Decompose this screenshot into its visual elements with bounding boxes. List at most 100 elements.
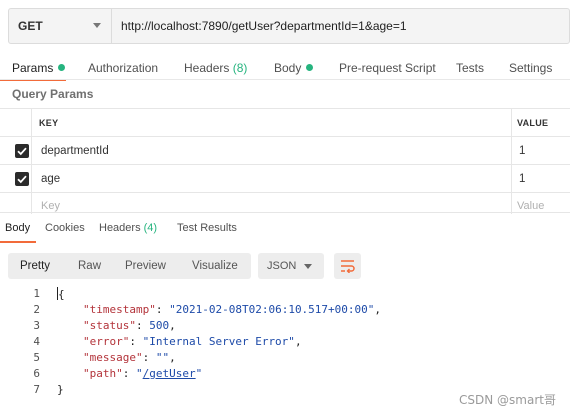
tab-response-headers[interactable]: Headers (4) (99, 222, 157, 234)
code-line: 4 "error": "Internal Server Error", (0, 335, 570, 351)
json-key: "timestamp" (83, 303, 156, 316)
tab-body[interactable]: Body (274, 61, 314, 75)
json-value: "" (155, 351, 170, 364)
tab-headers-label: Headers (184, 61, 230, 75)
param-key[interactable]: departmentId (41, 145, 109, 157)
json-value-quote: " (195, 367, 203, 380)
divider (31, 193, 32, 214)
close-brace: } (57, 383, 64, 396)
raw-button[interactable]: Raw (78, 253, 101, 279)
code-line: 5 "message": "", (0, 351, 570, 367)
param-value[interactable]: 1 (519, 173, 525, 185)
line-number: 1 (33, 287, 40, 300)
new-value-input[interactable]: Value (517, 200, 544, 212)
divider (0, 79, 570, 80)
path-link[interactable]: /getUser (143, 367, 196, 380)
line-number: 3 (33, 319, 40, 332)
code-text: "path": "/getUser" (83, 367, 203, 380)
code-line: 3 "status": 500, (0, 319, 570, 335)
json-value: 500 (149, 319, 170, 332)
table-row: age 1 (0, 164, 570, 192)
chevron-down-icon (93, 23, 101, 28)
code-text: "timestamp": "2021-02-08T02:06:10.517+00… (83, 303, 382, 316)
tab-response-headers-label: Headers (99, 222, 141, 234)
wrap-lines-icon (341, 260, 355, 273)
method-select[interactable]: GET (9, 9, 112, 43)
checkbox[interactable] (15, 144, 29, 158)
tab-authorization[interactable]: Authorization (88, 61, 158, 75)
table-row-new: Key Value (0, 192, 570, 214)
tab-body-label: Body (274, 61, 302, 75)
divider (511, 193, 512, 214)
open-brace: { (58, 288, 65, 301)
tab-settings[interactable]: Settings (509, 61, 552, 75)
status-dot-icon (306, 64, 314, 71)
param-value[interactable]: 1 (519, 145, 525, 157)
code-text: "status": 500, (83, 319, 176, 332)
watermark: CSDN @smart哥 (459, 393, 556, 407)
column-header-key: KEY (39, 118, 59, 128)
tab-authorization-label: Authorization (88, 61, 159, 75)
tab-response-body[interactable]: Body (5, 222, 30, 234)
table-header-row: KEY VALUE (0, 108, 570, 136)
json-key: "path" (83, 367, 123, 380)
column-header-value: VALUE (517, 118, 549, 128)
line-number: 6 (33, 367, 40, 380)
new-key-input[interactable]: Key (41, 200, 60, 212)
view-mode-group: Pretty Raw Preview Visualize (8, 253, 251, 279)
line-number: 5 (33, 351, 40, 364)
request-bar: GET http://localhost:7890/getUser?depart… (8, 8, 570, 44)
tab-settings-label: Settings (509, 61, 553, 75)
tab-headers[interactable]: Headers (8) (184, 61, 247, 75)
code-text: { (57, 287, 65, 301)
divider (31, 137, 32, 164)
code-line: 6 "path": "/getUser" (0, 367, 570, 383)
request-tabs: Params Authorization Headers (8) Body Pr… (0, 56, 570, 81)
tab-params[interactable]: Params (12, 61, 66, 75)
tab-response-headers-count: (4) (143, 222, 158, 234)
active-tab-indicator (0, 241, 36, 243)
json-punct: , (294, 335, 302, 348)
code-line: 1 { (0, 287, 570, 303)
preview-button[interactable]: Preview (125, 253, 166, 279)
divider (511, 109, 512, 136)
checkmark-icon (17, 175, 27, 184)
chevron-down-icon (304, 264, 312, 269)
tab-test-results[interactable]: Test Results (177, 222, 237, 234)
method-label: GET (18, 19, 43, 33)
format-select[interactable]: JSON (258, 253, 324, 279)
json-punct: , (169, 319, 176, 332)
line-number: 2 (33, 303, 40, 316)
code-text: } (57, 383, 64, 396)
divider (511, 165, 512, 192)
line-number: 7 (33, 383, 40, 396)
checkbox[interactable] (15, 172, 29, 186)
tab-params-label: Params (12, 61, 54, 75)
pretty-button[interactable]: Pretty (20, 253, 50, 279)
param-key[interactable]: age (41, 173, 60, 185)
url-input[interactable]: http://localhost:7890/getUser?department… (121, 19, 407, 33)
checkmark-icon (17, 147, 27, 156)
visualize-button[interactable]: Visualize (192, 253, 238, 279)
wrap-lines-button[interactable] (334, 253, 361, 279)
json-key: "status" (83, 319, 136, 332)
json-punct: , (374, 303, 382, 316)
divider (511, 137, 512, 164)
response-tabs: Body Cookies Headers (4) Test Results (0, 212, 570, 243)
json-punct: , (169, 351, 176, 364)
code-text: "message": "", (83, 351, 176, 364)
tab-tests-label: Tests (456, 61, 485, 75)
line-number: 4 (33, 335, 40, 348)
json-key: "error" (83, 335, 130, 348)
format-label: JSON (267, 260, 297, 272)
tab-headers-count: (8) (232, 61, 248, 75)
tab-pre-request-script[interactable]: Pre-request Script (339, 61, 436, 75)
query-params-title: Query Params (12, 87, 94, 101)
json-value: "Internal Server Error" (142, 335, 295, 348)
code-text: "error": "Internal Server Error", (83, 335, 302, 348)
table-row: departmentId 1 (0, 136, 570, 164)
json-value: "2021-02-08T02:06:10.517+00:00" (169, 303, 375, 316)
tab-cookies[interactable]: Cookies (45, 222, 85, 234)
status-dot-icon (58, 64, 66, 71)
tab-tests[interactable]: Tests (456, 61, 484, 75)
